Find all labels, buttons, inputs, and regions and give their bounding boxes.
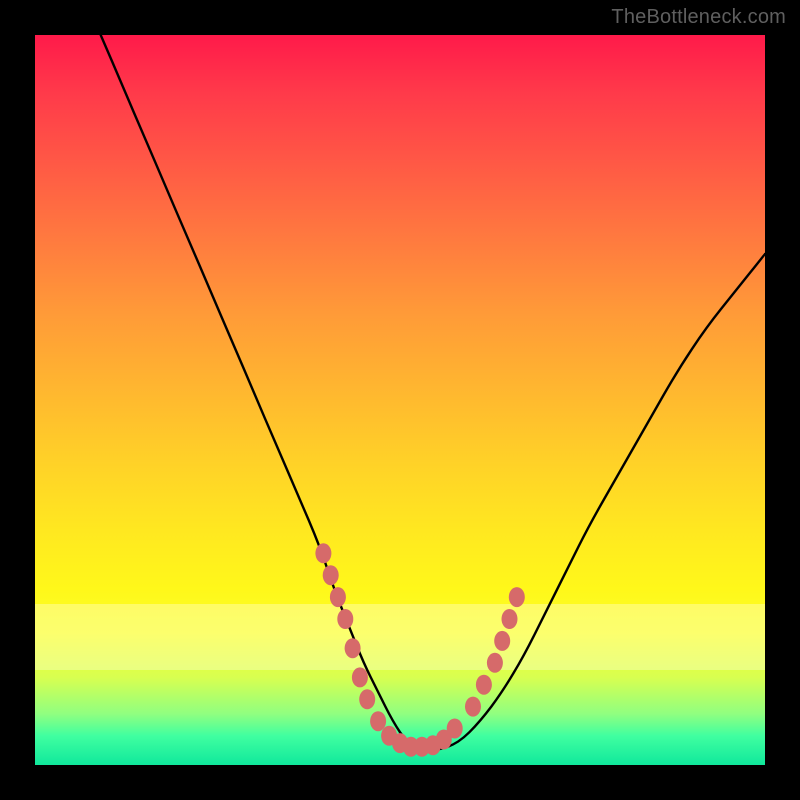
data-dot xyxy=(337,609,353,629)
data-dot xyxy=(465,697,481,717)
watermark-text: TheBottleneck.com xyxy=(611,6,786,29)
data-dot xyxy=(345,638,361,658)
data-dot xyxy=(494,631,510,651)
data-dot xyxy=(509,587,525,607)
data-dot xyxy=(315,543,331,563)
plot-area xyxy=(35,35,765,765)
data-dot xyxy=(447,719,463,739)
data-dot xyxy=(359,689,375,709)
chart-frame: TheBottleneck.com xyxy=(0,0,800,800)
data-dot xyxy=(502,609,518,629)
data-dots xyxy=(35,35,765,765)
data-dot xyxy=(352,667,368,687)
data-dot xyxy=(330,587,346,607)
data-dot xyxy=(487,653,503,673)
data-dot xyxy=(370,711,386,731)
data-dot xyxy=(476,675,492,695)
data-dot xyxy=(323,565,339,585)
